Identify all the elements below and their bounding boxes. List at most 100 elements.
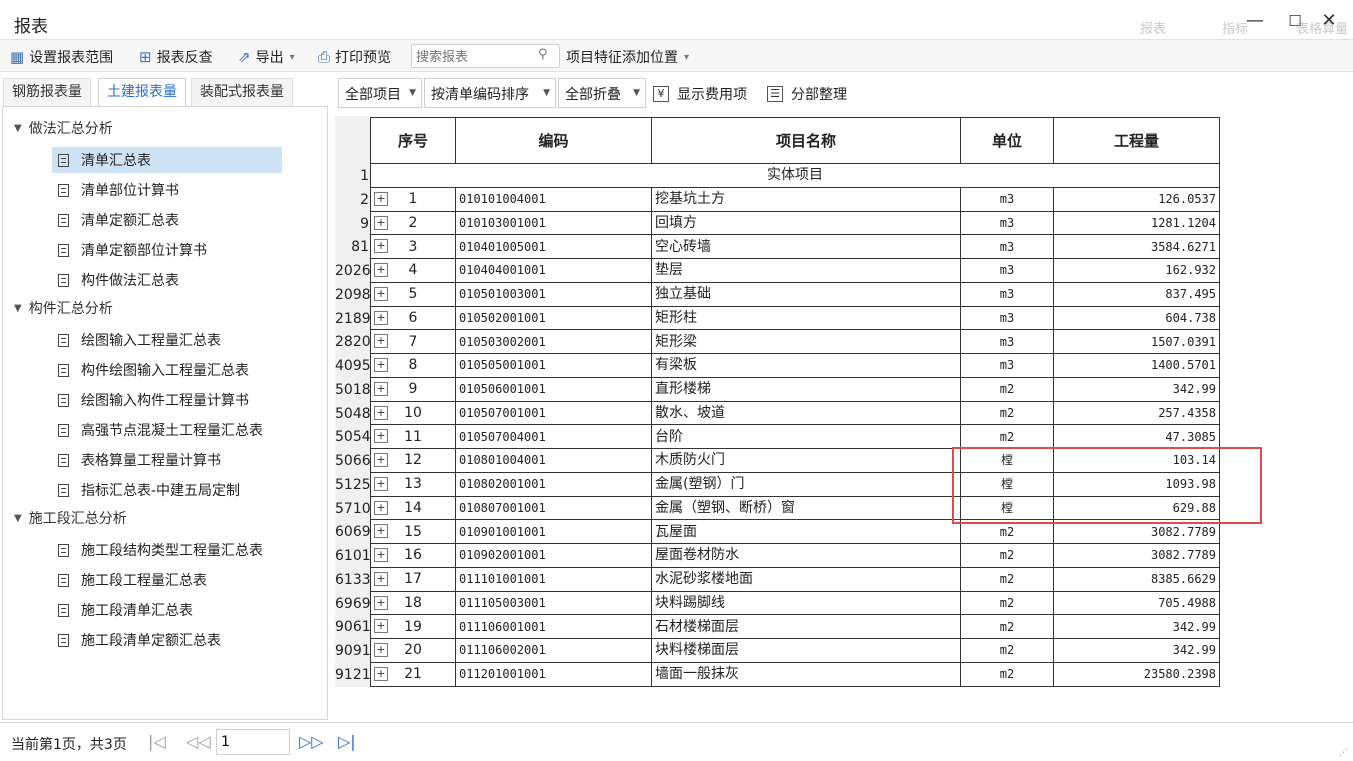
print-preview-button[interactable]: ⎙ 打印预览 [318,46,391,68]
table-row[interactable]: +21 011201001001 墙面一般抹灰 m2 23580.2398 [370,661,1220,687]
expand-plus-icon[interactable]: + [374,215,388,230]
expand-plus-icon[interactable]: + [374,263,388,277]
table-row[interactable]: +14 010807001001 金属（塑钢、断桥）窗樘 629.88 [370,495,1220,521]
table-row[interactable]: +18 011105003001 块料踢脚线 m2 705.4988 [370,590,1220,616]
fold-dropdown[interactable]: 全部折叠 ▼ [558,78,646,108]
sort-dropdown[interactable]: 按清单编码排序 ▼ [424,78,556,108]
organize-button[interactable]: ☰ 分部整理 [767,84,847,104]
tree-item[interactable]: 绘图输入构件工程量计算书 [52,387,263,413]
tab-prefab-report[interactable]: 装配式报表量 [191,78,293,106]
tree-item[interactable]: 绘图输入工程量汇总表 [52,327,235,353]
last-page-icon[interactable]: ▷| [338,732,356,751]
tree-item[interactable]: 清单部位计算书 [52,177,193,203]
prev-page-icon[interactable]: ◁◁ [186,732,211,751]
tree-item[interactable]: 构件做法汇总表 [52,267,193,293]
set-range-button[interactable]: ▦ 设置报表范围 [10,46,113,68]
show-fee-button[interactable]: ¥ 显示费用项 [653,84,747,104]
table-row[interactable]: +10 010507001001 散水、坡道 m2 257.4358 [370,400,1220,426]
tree-item[interactable]: 施工段清单定额汇总表 [52,627,235,653]
table-row[interactable]: +1 010101004001 挖基坑土方 m3 126.0537 [370,186,1220,212]
tree-item[interactable]: 清单定额部位计算书 [52,237,221,263]
seq-value: 2 [408,214,418,231]
expand-arrow-icon[interactable]: ▼ [14,303,22,314]
tab-rebar-report[interactable]: 钢筋报表量 [3,78,91,106]
search-icon[interactable]: ⚲ [538,47,548,62]
header-name[interactable]: 项目名称 [651,117,961,164]
header-qty[interactable]: 工程量 [1053,117,1220,164]
tree-item[interactable]: 清单汇总表 [52,147,282,173]
page-number-input[interactable] [216,729,290,755]
table-row[interactable]: +2 010103001001 回填方 m3 1281.1204 [370,210,1220,236]
tree-item[interactable]: 表格算量工程量计算书 [52,447,235,473]
tree-item[interactable]: 施工段结构类型工程量汇总表 [52,537,277,563]
table-row[interactable]: +9 010506001001 直形楼梯 m2 342.99 [370,376,1220,402]
tree-item[interactable]: 施工段工程量汇总表 [52,567,221,593]
expand-plus-icon[interactable]: + [374,286,388,301]
expand-plus-icon[interactable]: + [374,643,388,657]
section-row[interactable]: 实体项目 [370,163,1220,188]
expand-plus-icon[interactable]: + [374,358,388,372]
tree-item[interactable]: 指标汇总表-中建五局定制 [52,477,254,503]
expand-plus-icon[interactable]: + [374,666,388,681]
cell-seq: +16 [370,543,456,568]
expand-plus-icon[interactable]: + [374,191,388,206]
tree-group[interactable]: ▼ 做法汇总分析 [14,118,113,138]
review-button[interactable]: ⊞ 报表反查 [139,46,213,68]
table-row[interactable]: +7 010503002001 矩形梁 m3 1507.0391 [370,329,1220,354]
header-code[interactable]: 编码 [455,117,652,164]
expand-plus-icon[interactable]: + [374,405,388,420]
expand-plus-icon[interactable]: + [374,476,388,491]
cell-seq: +4 [370,258,456,283]
tree-item[interactable]: 清单定额汇总表 [52,207,193,233]
table-row[interactable]: +5 010501003001 独立基础 m3 837.495 [370,281,1220,307]
expand-arrow-icon[interactable]: ▼ [14,123,22,134]
expand-plus-icon[interactable]: + [374,239,388,254]
header-unit[interactable]: 单位 [960,117,1054,164]
table-row[interactable]: +4 010404001001 垫层 m3 162.932 [370,258,1220,283]
expand-plus-icon[interactable]: + [374,334,388,349]
table-row[interactable]: +11 010507004001 台阶 m2 47.3085 [370,424,1220,449]
maximize-button[interactable]: ☐ [1284,10,1306,32]
row-number: 2026 [335,259,371,283]
tree-item[interactable]: 构件绘图输入工程量汇总表 [52,357,263,383]
close-button[interactable]: ✕ [1318,10,1340,32]
table-row[interactable]: +13 010802001001 金属(塑钢）门樘 1093.98 [370,471,1220,497]
expand-arrow-icon[interactable]: ▼ [14,513,22,524]
table-row[interactable]: +3 010401005001 空心砖墙 m3 3584.6271 [370,234,1220,259]
expand-plus-icon[interactable]: + [374,524,388,539]
table-row[interactable]: +12 010801004001 木质防火门樘 103.14 [370,448,1220,473]
tree-item[interactable]: 施工段清单汇总表 [52,597,207,623]
tree-group[interactable]: ▼ 施工段汇总分析 [14,508,127,528]
tree-group-label: 施工段汇总分析 [28,511,127,527]
table-row[interactable]: +17 011101001001 水泥砂浆楼地面 m2 8385.6629 [370,566,1220,592]
expand-plus-icon[interactable]: + [374,548,388,562]
expand-plus-icon[interactable]: + [374,453,388,467]
cell-qty: 1093.98 [1053,471,1220,497]
cell-qty: 3082.7789 [1053,519,1220,544]
expand-plus-icon[interactable]: + [374,619,388,634]
table-row[interactable]: +19 011106001001 石材楼梯面层 m2 342.99 [370,614,1220,639]
all-items-dropdown[interactable]: 全部项目 ▼ [338,78,422,108]
expand-plus-icon[interactable]: + [374,571,388,586]
expand-plus-icon[interactable]: + [374,500,388,515]
next-page-icon[interactable]: ▷▷ [299,732,324,751]
tab-civil-report[interactable]: 土建报表量 [98,78,186,106]
table-row[interactable]: +6 010502001001 矩形柱 m3 604.738 [370,305,1220,331]
minimize-button[interactable]: — [1244,10,1266,32]
table-row[interactable]: +15 010901001001 瓦屋面 m2 3082.7789 [370,519,1220,544]
export-button[interactable]: ⇗ 导出 ▾ [238,46,295,68]
expand-plus-icon[interactable]: + [374,381,388,396]
cell-qty: 47.3085 [1053,424,1220,449]
expand-plus-icon[interactable]: + [374,595,388,610]
expand-plus-icon[interactable]: + [374,310,388,325]
header-seq[interactable]: 序号 [370,117,456,164]
expand-plus-icon[interactable]: + [374,429,388,444]
resize-grip-icon[interactable]: ⋰ [1339,748,1349,758]
table-row[interactable]: +16 010902001001 屋面卷材防水 m2 3082.7789 [370,543,1220,568]
table-row[interactable]: +8 010505001001 有梁板 m3 1400.5701 [370,353,1220,378]
first-page-icon[interactable]: |◁ [148,732,166,751]
feature-position-dropdown[interactable]: 项目特征添加位置 ▾ [566,46,689,68]
tree-group[interactable]: ▼ 构件汇总分析 [14,298,113,318]
tree-item[interactable]: 高强节点混凝土工程量汇总表 [52,417,277,443]
table-row[interactable]: +20 011106002001 块料楼梯面层 m2 342.99 [370,638,1220,663]
